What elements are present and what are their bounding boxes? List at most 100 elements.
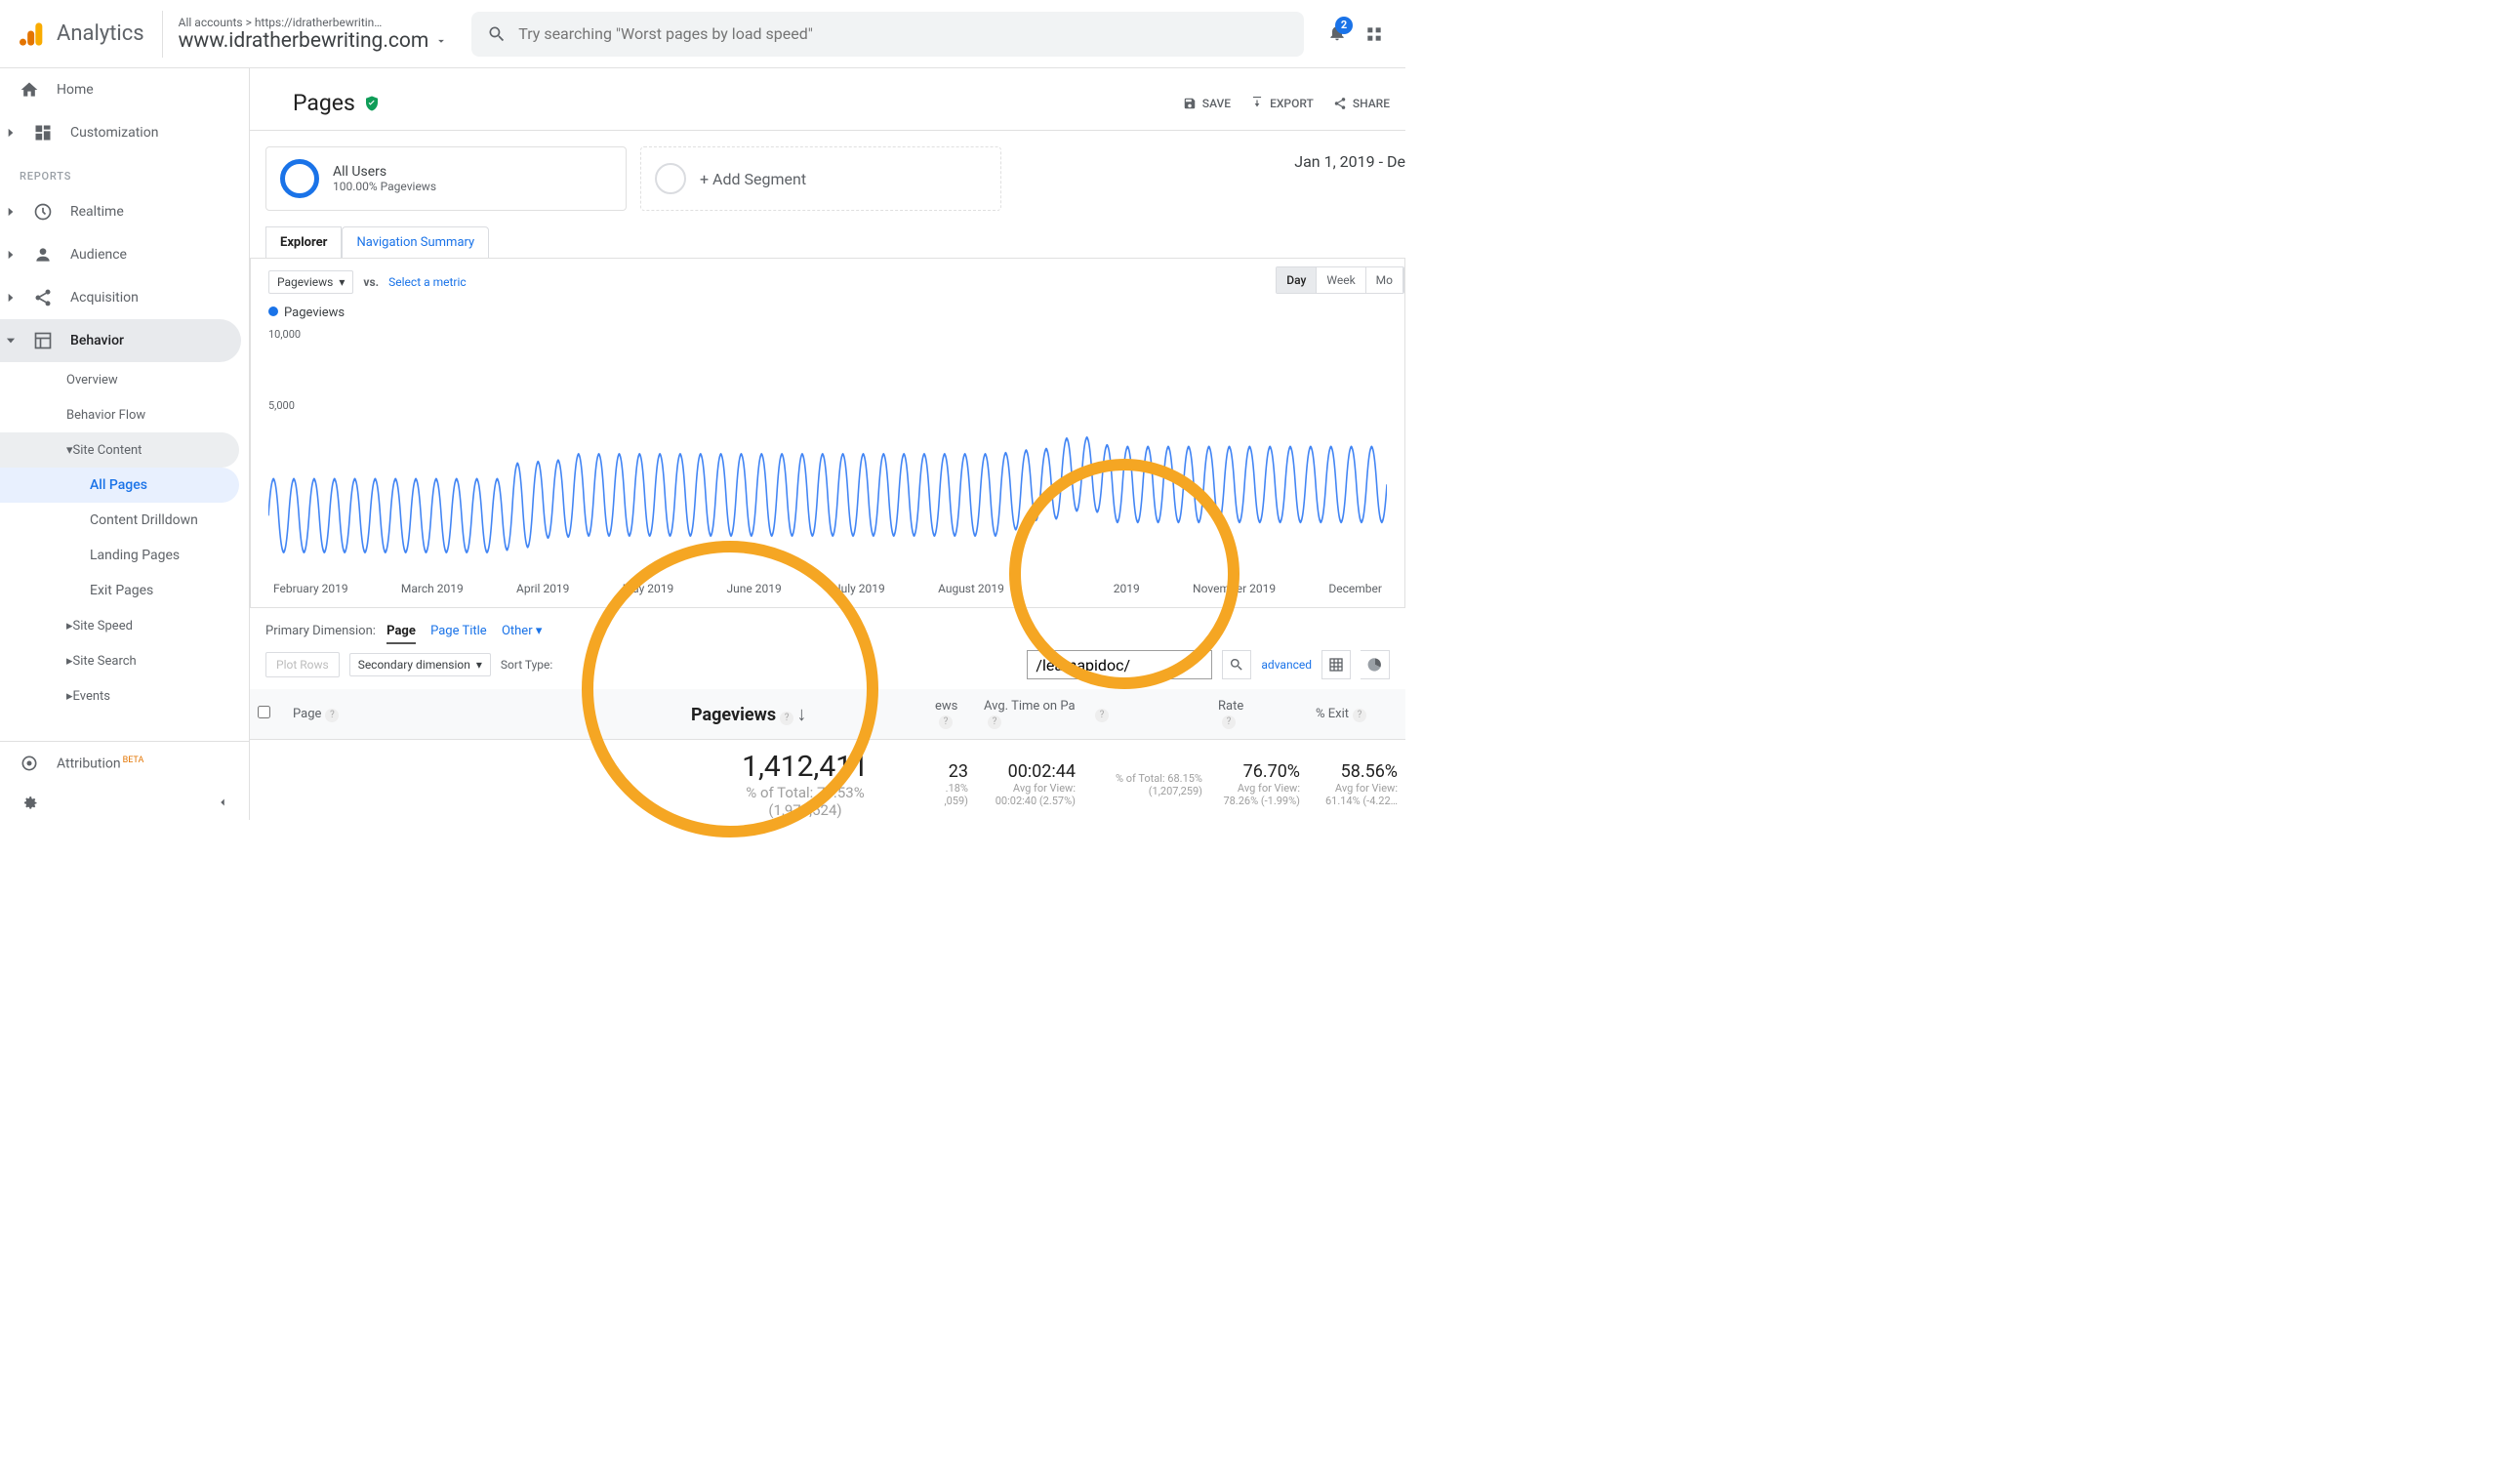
select-metric-link[interactable]: Select a metric xyxy=(388,275,467,289)
chevron-right-icon xyxy=(4,205,18,219)
page-title: Pages xyxy=(293,90,355,116)
segment-circle-icon xyxy=(280,159,319,198)
account-selector[interactable]: All accounts > https://idratherbewritin…… xyxy=(179,16,449,53)
metric-selector[interactable]: Pageviews ▾ xyxy=(268,270,353,294)
notification-count-badge: 2 xyxy=(1335,17,1353,34)
sidebar-subitem-overview[interactable]: Overview xyxy=(0,362,249,397)
sidebar-item-home[interactable]: Home xyxy=(0,68,241,111)
sidebar-item-behavior[interactable]: Behavior xyxy=(0,319,241,362)
table-filter-input[interactable] xyxy=(1027,650,1212,679)
y-axis-10000: 10,000 xyxy=(268,328,1387,341)
time-day-button[interactable]: Day xyxy=(1277,267,1317,293)
col-unique-pageviews[interactable]: ews? xyxy=(927,689,976,740)
col-exit[interactable]: % Exit? xyxy=(1308,689,1405,740)
share-icon xyxy=(1333,97,1347,110)
select-all-checkbox[interactable] xyxy=(258,706,270,718)
pie-view-button[interactable] xyxy=(1361,650,1390,679)
attribution-icon xyxy=(20,754,39,773)
sidebar-item-attribution[interactable]: AttributionBETA xyxy=(0,742,241,785)
sidebar-item-audience[interactable]: Audience xyxy=(0,233,241,276)
info-icon: ? xyxy=(325,709,339,722)
export-button[interactable]: EXPORT xyxy=(1250,97,1314,110)
primary-dimension-row: Primary Dimension: Page Page Title Other… xyxy=(250,624,1405,638)
tab-explorer[interactable]: Explorer xyxy=(265,226,342,259)
chevron-down-icon xyxy=(4,334,18,347)
pie-chart-icon xyxy=(1367,657,1383,673)
tab-navigation-summary[interactable]: Navigation Summary xyxy=(342,226,489,259)
brand-name: Analytics xyxy=(57,21,144,46)
home-icon xyxy=(20,80,39,100)
dimension-page-title[interactable]: Page Title xyxy=(430,624,487,642)
header-actions: 2 xyxy=(1327,22,1394,46)
sidebar-subitem-content-drilldown[interactable]: Content Drilldown xyxy=(0,503,249,538)
chevron-right-icon xyxy=(4,248,18,262)
save-button[interactable]: SAVE xyxy=(1183,97,1231,110)
sidebar-item-label: Behavior xyxy=(70,333,124,348)
sidebar-subitem-landing-pages[interactable]: Landing Pages xyxy=(0,538,249,573)
time-month-button[interactable]: Mo xyxy=(1366,267,1403,293)
sort-type-label: Sort Type: xyxy=(501,658,552,672)
collapse-sidebar-icon[interactable] xyxy=(216,796,229,809)
time-week-button[interactable]: Week xyxy=(1317,267,1365,293)
dashboard-icon xyxy=(33,123,53,143)
sidebar-item-label: Acquisition xyxy=(70,290,139,306)
segment-all-users[interactable]: All Users 100.00% Pageviews xyxy=(265,146,627,211)
table-view-button[interactable] xyxy=(1321,650,1351,679)
app-header: Analytics All accounts > https://idrathe… xyxy=(0,0,1405,68)
analytics-logo-icon xyxy=(20,20,47,48)
table-toolbar: Plot Rows Secondary dimension ▾ Sort Typ… xyxy=(250,650,1405,679)
apps-grid-icon[interactable] xyxy=(1364,24,1384,44)
sidebar-item-label: AttributionBETA xyxy=(57,755,143,772)
sidebar-subitem-site-speed[interactable]: ▸ Site Speed xyxy=(0,608,249,643)
person-icon xyxy=(33,245,53,265)
sidebar-subitem-events[interactable]: ▸ Events xyxy=(0,678,249,714)
col-entrances[interactable]: ? xyxy=(1083,689,1210,740)
search-icon xyxy=(487,24,507,44)
date-range[interactable]: Jan 1, 2019 - De xyxy=(1294,152,1405,171)
table-grid-icon xyxy=(1328,657,1344,673)
dimension-other[interactable]: Other ▾ xyxy=(502,624,542,642)
search-icon xyxy=(1229,657,1244,673)
chart-panel: Pageviews ▾ vs. Select a metric Day Week… xyxy=(250,258,1405,608)
gear-icon[interactable] xyxy=(20,793,39,812)
share-button[interactable]: SHARE xyxy=(1333,97,1390,110)
layout-icon xyxy=(33,331,53,350)
search-input[interactable] xyxy=(518,24,1288,43)
brand-logo[interactable]: Analytics xyxy=(12,11,163,58)
sidebar-subitem-site-content[interactable]: ▾ Site Content xyxy=(0,432,239,468)
clock-icon xyxy=(33,202,53,222)
advanced-filter-link[interactable]: advanced xyxy=(1261,658,1312,672)
chevron-right-icon xyxy=(4,126,18,140)
empty-circle-icon xyxy=(655,163,686,194)
total-pageviews: 1,412,411 xyxy=(691,750,919,784)
search-bar[interactable] xyxy=(471,12,1304,57)
col-avg-time[interactable]: Avg. Time on Pa? xyxy=(976,689,1083,740)
sidebar-subitem-all-pages[interactable]: All Pages xyxy=(0,468,239,503)
sidebar-item-acquisition[interactable]: Acquisition xyxy=(0,276,241,319)
verified-shield-icon xyxy=(363,95,381,112)
domain-name: www.idratherbewriting.com xyxy=(179,29,449,53)
chevron-right-icon xyxy=(4,291,18,305)
chevron-down-icon xyxy=(434,34,448,48)
data-table: Page? Pageviews? ↓ ews? Avg. Time on Pa?… xyxy=(250,689,1405,820)
sidebar-item-realtime[interactable]: Realtime xyxy=(0,190,241,233)
sidebar-item-label: Customization xyxy=(70,125,158,141)
main-content: Pages SAVE EXPORT SHARE Jan 1, 2019 - De xyxy=(250,68,1405,820)
sidebar-item-customization[interactable]: Customization xyxy=(0,111,241,154)
add-segment-button[interactable]: + Add Segment xyxy=(640,146,1001,211)
dimension-page[interactable]: Page xyxy=(386,624,416,644)
y-axis-5000: 5,000 xyxy=(268,399,1387,412)
notifications-button[interactable]: 2 xyxy=(1327,22,1347,46)
save-icon xyxy=(1183,97,1197,110)
share-nodes-icon xyxy=(33,288,53,307)
sidebar-subitem-site-search[interactable]: ▸ Site Search xyxy=(0,643,249,678)
plot-rows-button: Plot Rows xyxy=(265,652,340,677)
sidebar-subitem-exit-pages[interactable]: Exit Pages xyxy=(0,573,249,608)
col-pageviews[interactable]: Pageviews? ↓ xyxy=(683,689,927,740)
sidebar-item-label: Realtime xyxy=(70,204,124,220)
secondary-dimension-select[interactable]: Secondary dimension ▾ xyxy=(349,653,491,676)
col-bounce-rate[interactable]: Rate? xyxy=(1210,689,1308,740)
sidebar-subitem-behavior-flow[interactable]: Behavior Flow xyxy=(0,397,249,432)
col-page[interactable]: Page? xyxy=(285,689,683,740)
filter-search-button[interactable] xyxy=(1222,650,1251,679)
